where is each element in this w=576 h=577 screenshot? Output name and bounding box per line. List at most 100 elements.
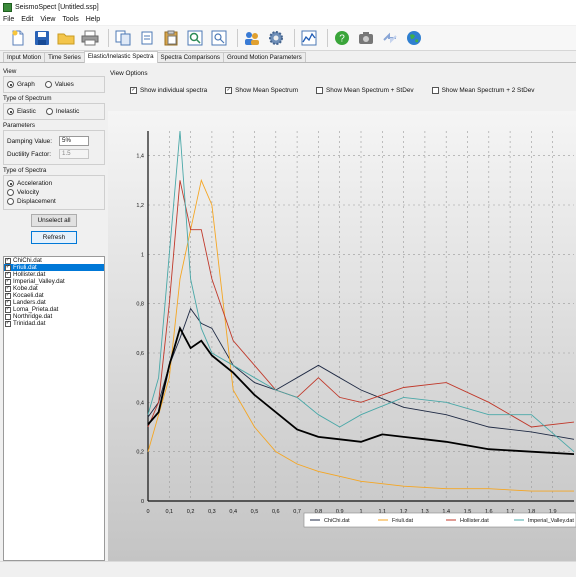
file-row[interactable]: ✓ Friuli.dat (4, 264, 104, 271)
zoom-window-icon[interactable] (209, 28, 229, 48)
file-checkbox[interactable]: ✓ (5, 320, 11, 327)
unselect-all-button[interactable]: Unselect all (31, 214, 77, 227)
settings-icon[interactable] (266, 28, 286, 48)
arrows-icon[interactable] (380, 28, 400, 48)
elastic-option[interactable]: Elastic (7, 108, 36, 115)
tab-time-series[interactable]: Time Series (44, 52, 85, 62)
legend-label: Imperial_Valley.dat (528, 518, 574, 524)
legend-label: Hollister.dat (460, 518, 489, 524)
file-row[interactable]: ✓ Kocaeli.dat (4, 292, 104, 299)
values-label: Values (54, 81, 74, 88)
view-values-option[interactable]: Values (44, 81, 74, 88)
x-tick-label: 0,6 (272, 509, 280, 515)
spectra-chart[interactable]: 0 0,1 0,2 0,3 0,4 0,5 0,6 0,7 0,8 0,9 1 1,1 1,2 1,3 1,… (108, 111, 576, 563)
view-options-row: ✓ Show individual spectra ✓ Show Mean Spec… (130, 87, 552, 94)
file-checkbox[interactable] (5, 313, 11, 320)
show-mean-stdev-checkbox[interactable] (316, 87, 324, 94)
menu-help[interactable]: Help (86, 16, 100, 23)
file-list[interactable]: ✓ ChiChi.dat ✓ Friuli.dat ✓ Hollister.dat ✓… (3, 256, 105, 561)
file-row[interactable]: ✓ Hollister.dat (4, 271, 104, 278)
velocity-radio[interactable] (7, 189, 14, 196)
x-tick-label: 0,3 (208, 509, 216, 515)
copy-icon[interactable] (113, 28, 133, 48)
elastic-radio[interactable] (7, 108, 14, 115)
type-of-spectrum-group: Elastic Inelastic (3, 103, 105, 120)
graph-radio[interactable] (7, 81, 14, 88)
x-tick-label: 0,4 (229, 509, 237, 515)
show-individual-spectra-label: Show individual spectra (140, 87, 208, 94)
open-folder-icon[interactable] (56, 28, 76, 48)
file-row[interactable]: ✓ Imperial_Valley.dat (4, 278, 104, 285)
acceleration-label: Acceleration (17, 180, 53, 187)
menu-edit[interactable]: Edit (21, 16, 33, 23)
file-row[interactable]: ✓ ChiChi.dat (4, 257, 104, 264)
displacement-label: Displacement (17, 198, 56, 205)
print-icon[interactable] (80, 28, 100, 48)
inelastic-option[interactable]: Inelastic (45, 108, 79, 115)
file-name: Kocaeli.dat (13, 292, 44, 299)
users-icon[interactable] (242, 28, 262, 48)
show-mean-2stdev-option[interactable]: Show Mean Spectrum + 2 StDev (431, 87, 534, 94)
elastic-label: Elastic (17, 108, 36, 115)
velocity-option[interactable]: Velocity (7, 189, 101, 196)
file-checkbox[interactable]: ✓ (5, 292, 11, 299)
file-checkbox[interactable]: ✓ (5, 299, 11, 306)
file-checkbox[interactable]: ✓ (5, 271, 11, 278)
menu-file[interactable]: File (3, 16, 14, 23)
acceleration-option[interactable]: Acceleration (7, 180, 101, 187)
new-file-icon[interactable] (8, 28, 28, 48)
displacement-option[interactable]: Displacement (7, 198, 101, 205)
y-tick-label: 0,6 (136, 351, 144, 357)
file-checkbox[interactable]: ✓ (5, 306, 11, 313)
svg-text:?: ? (339, 34, 345, 45)
show-individual-spectra-checkbox[interactable]: ✓ (130, 87, 137, 94)
show-mean-spectrum-checkbox[interactable]: ✓ (225, 87, 233, 94)
window-title: SeismoSpect [Untitled.ssp] (15, 3, 99, 11)
camera-icon[interactable] (356, 28, 376, 48)
file-checkbox[interactable]: ✓ (5, 278, 11, 285)
show-individual-spectra-option[interactable]: ✓ Show individual spectra (130, 87, 207, 94)
file-row[interactable]: ✓ Trinidad.dat (4, 320, 104, 327)
file-name: Friuli.dat (13, 264, 37, 271)
view-group: Graph Values (3, 76, 105, 93)
paste-icon[interactable] (161, 28, 181, 48)
chart-area[interactable]: 0 0,1 0,2 0,3 0,4 0,5 0,6 0,7 0,8 0,9 1 1,1 1,2 1,3 1,… (108, 111, 576, 563)
tab-input-motion[interactable]: Input Motion (3, 52, 46, 62)
file-checkbox[interactable]: ✓ (5, 264, 11, 271)
file-row[interactable]: ✓ Landers.dat (4, 299, 104, 306)
show-mean-2stdev-checkbox[interactable] (431, 87, 439, 94)
globe-icon[interactable] (404, 28, 424, 48)
velocity-label: Velocity (17, 189, 40, 196)
show-mean-stdev-option[interactable]: Show Mean Spectrum + StDev (316, 87, 414, 94)
tab-spectra-comparisons[interactable]: Spectra Comparisons (156, 52, 225, 62)
y-tick-label: 0 (141, 499, 144, 505)
acceleration-radio[interactable] (7, 180, 14, 187)
file-row[interactable]: Northridge.dat (4, 313, 104, 320)
app-icon (3, 2, 12, 12)
tab-ground-motion-parameters[interactable]: Ground Motion Parameters (223, 52, 306, 62)
ductility-label: Ductility Factor: (7, 150, 52, 158)
copy-alt-icon[interactable] (137, 28, 157, 48)
damping-input[interactable]: 5% (59, 136, 89, 146)
help-icon[interactable]: ? (332, 28, 352, 48)
save-icon[interactable] (32, 28, 52, 48)
show-mean-spectrum-option[interactable]: ✓ Show Mean Spectrum (225, 87, 298, 94)
refresh-button[interactable]: Refresh (31, 231, 77, 244)
file-checkbox[interactable]: ✓ (5, 257, 11, 264)
y-tick-label: 1,2 (136, 203, 144, 209)
file-checkbox[interactable]: ✓ (5, 285, 11, 292)
file-row[interactable]: ✓ Kobe.dat (4, 285, 104, 292)
menu-view[interactable]: View (40, 16, 55, 23)
zoom-icon[interactable] (185, 28, 205, 48)
y-tick-label: 1,4 (136, 154, 144, 160)
displacement-radio[interactable] (7, 198, 14, 205)
right-panel: View Options ✓ Show individual spectra ✓ S… (108, 66, 576, 563)
inelastic-radio[interactable] (45, 108, 53, 115)
tab-elastic-inelastic-spectra[interactable]: Elastic/Inelastic Spectra (83, 51, 158, 63)
chart-icon[interactable] (299, 28, 319, 48)
y-tick-label: 0,4 (136, 400, 144, 406)
view-graph-option[interactable]: Graph (7, 81, 35, 88)
menu-tools[interactable]: Tools (62, 16, 78, 23)
values-radio[interactable] (44, 81, 52, 88)
file-row[interactable]: ✓ Loma_Prieta.dat (4, 306, 104, 313)
